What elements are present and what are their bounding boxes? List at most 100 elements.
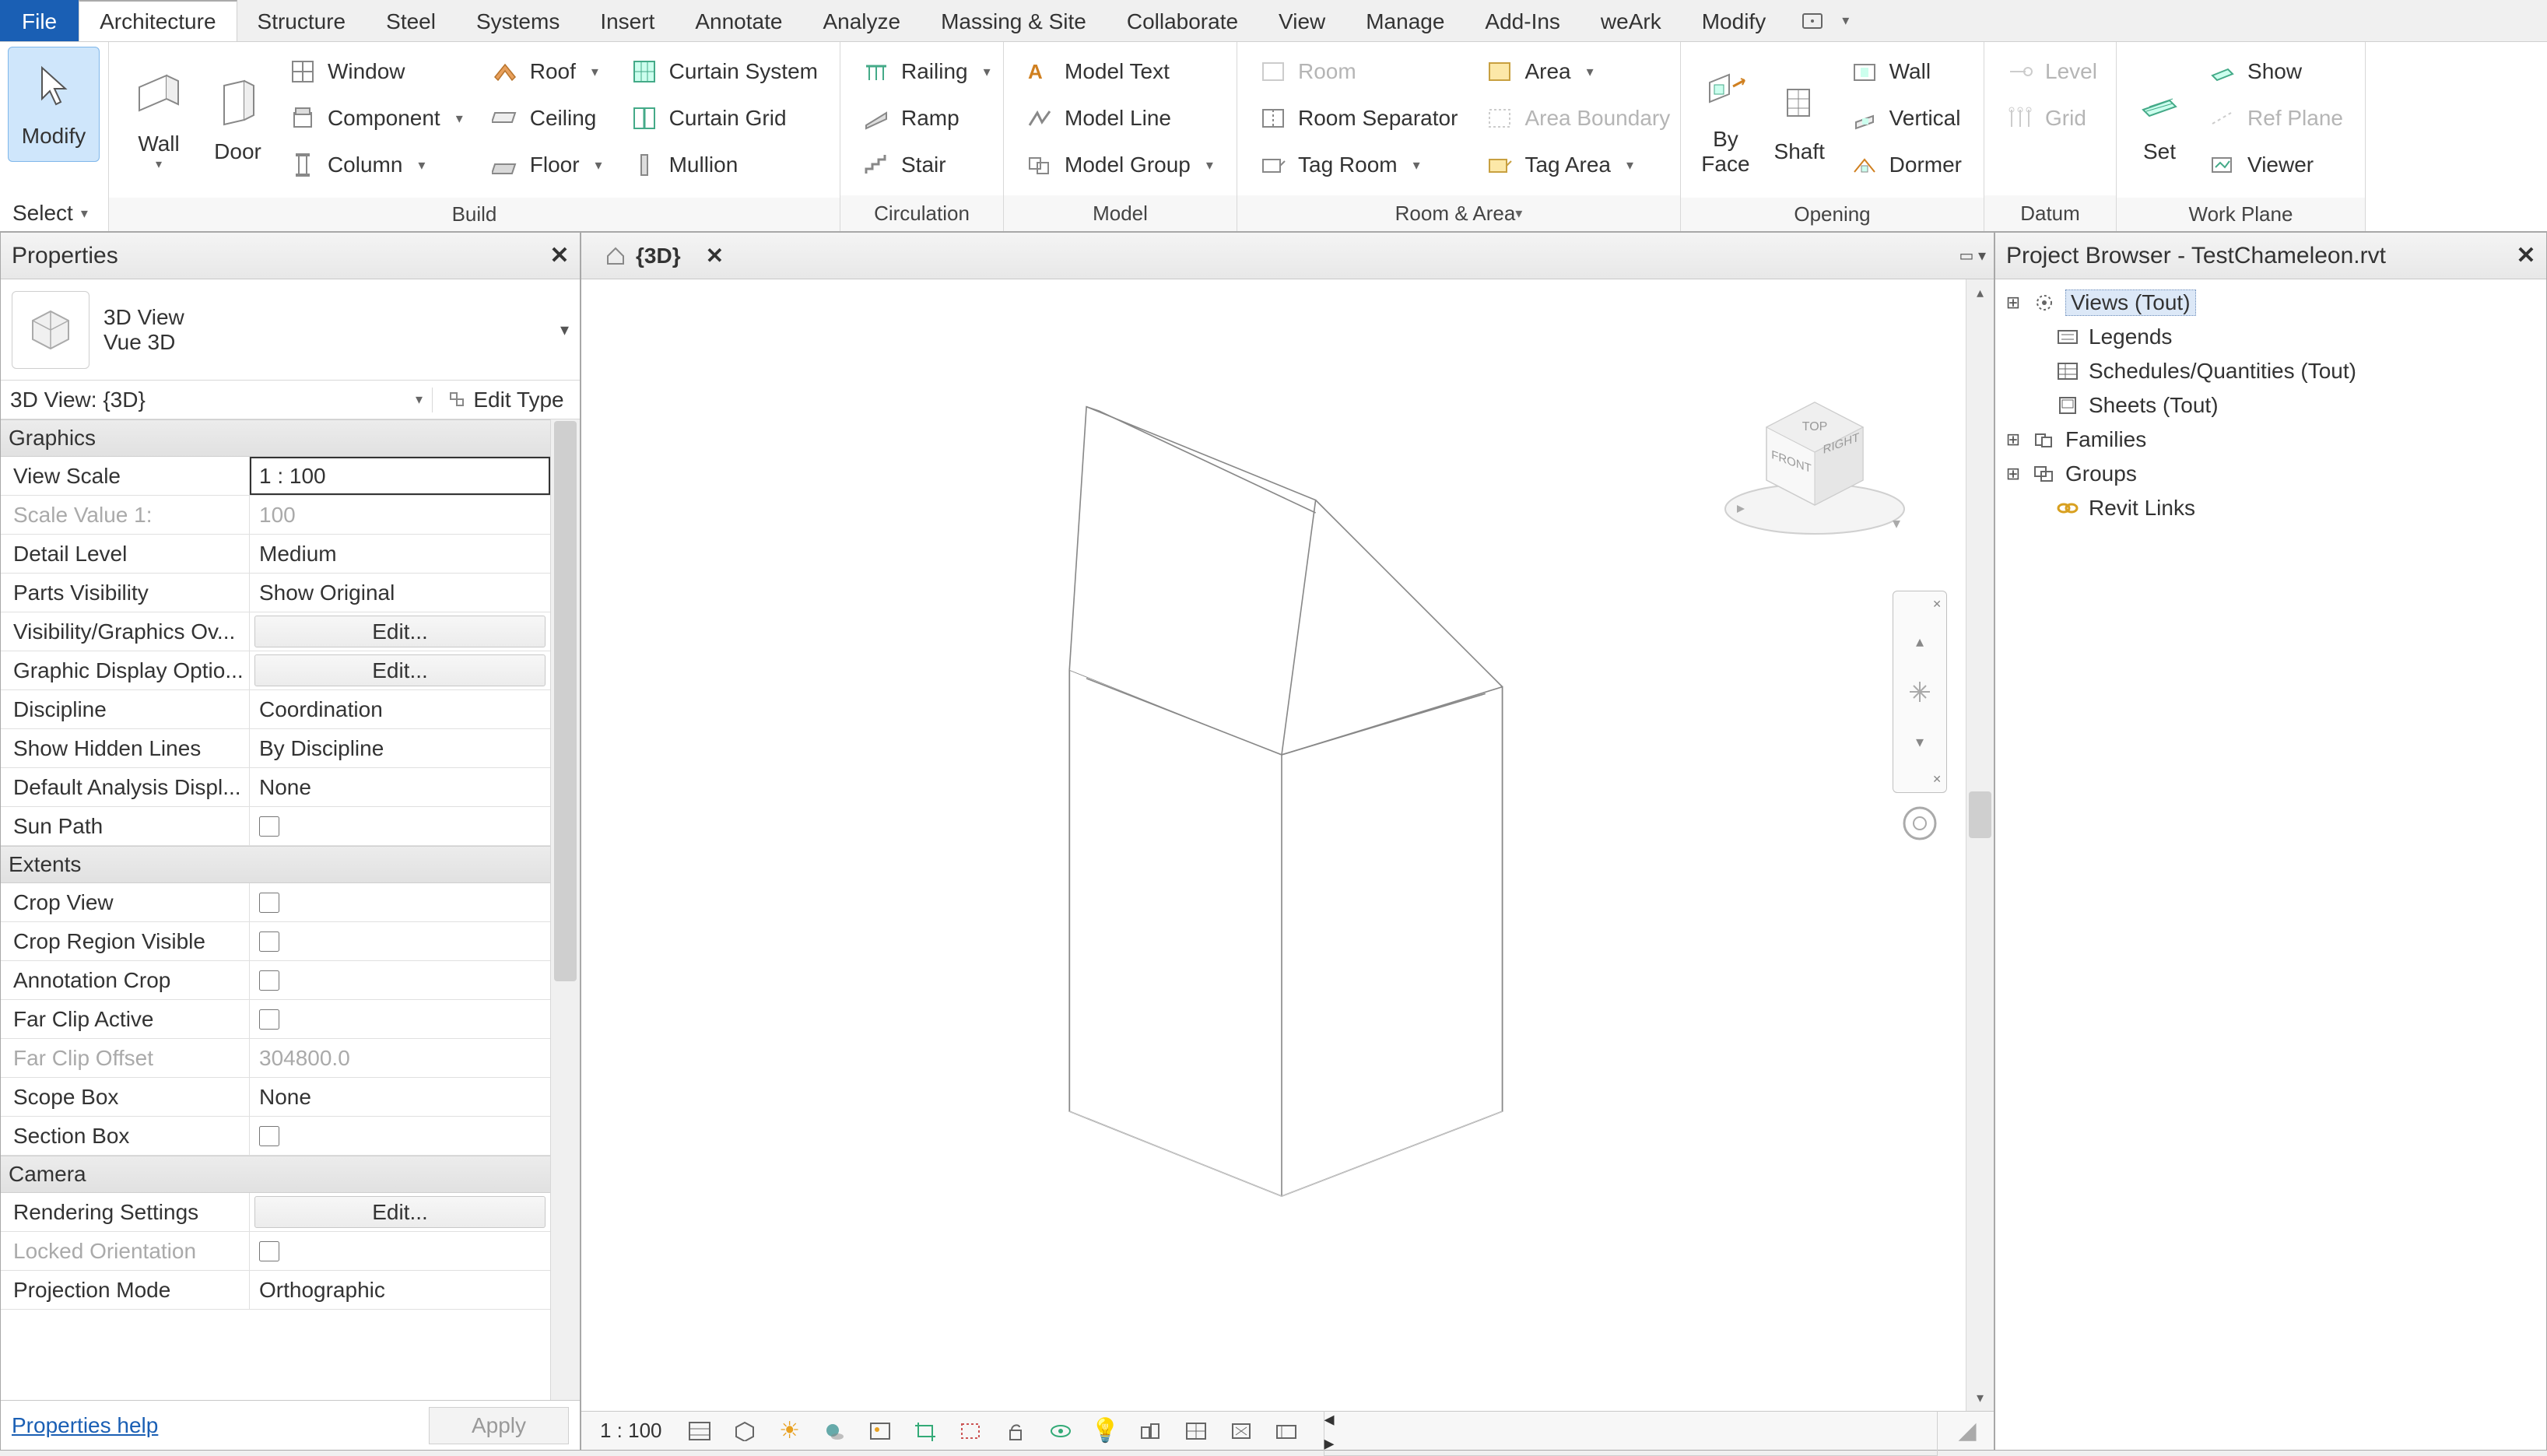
property-value[interactable]: 1 : 100 <box>250 457 550 495</box>
tab-analyze[interactable]: Analyze <box>802 0 921 41</box>
canvas-scrollbar-horizontal[interactable]: ◂ ▸ <box>1324 1406 1938 1456</box>
property-row[interactable]: Projection ModeOrthographic <box>1 1271 550 1310</box>
property-value[interactable] <box>250 961 550 999</box>
property-checkbox[interactable] <box>259 1009 279 1030</box>
nav-close-icon[interactable]: ✕ <box>1893 591 1946 616</box>
tree-item[interactable]: Sheets (Tout) <box>1995 388 2546 423</box>
property-row[interactable]: Annotation Crop <box>1 961 550 1000</box>
nav-down-icon[interactable]: ▾ <box>1893 717 1946 767</box>
property-row[interactable]: Detail LevelMedium <box>1 535 550 574</box>
window-options-icon[interactable]: ▭ ▾ <box>1959 246 1987 265</box>
property-value[interactable]: 100 <box>250 496 550 534</box>
canvas-3d[interactable]: TOP FRONT RIGHT ▾ ✕ ▴ ▾ ✕ ▴ <box>581 279 1994 1411</box>
property-row[interactable]: View Scale1 : 100 <box>1 457 550 496</box>
tab-collaborate[interactable]: Collaborate <box>1107 0 1258 41</box>
nav-close2-icon[interactable]: ✕ <box>1893 767 1946 792</box>
property-value[interactable] <box>250 883 550 921</box>
properties-help-link[interactable]: Properties help <box>12 1413 158 1438</box>
room-area-group-label[interactable]: Room & Area <box>1237 195 1680 231</box>
quick-access-indicator[interactable]: ▾ <box>1786 0 1865 41</box>
property-checkbox[interactable] <box>259 893 279 913</box>
temp-hide-icon[interactable] <box>1045 1416 1076 1447</box>
close-icon[interactable]: ✕ <box>706 243 724 268</box>
tab-architecture[interactable]: Architecture <box>79 0 237 41</box>
edit-type-button[interactable]: Edit Type <box>432 388 580 412</box>
property-checkbox[interactable] <box>259 1241 279 1261</box>
roof-button[interactable]: Roof <box>480 50 613 93</box>
property-edit-button[interactable]: Edit... <box>254 616 546 647</box>
set-button[interactable]: Set <box>2128 50 2191 190</box>
detail-level-icon[interactable] <box>684 1416 715 1447</box>
scroll-up-icon[interactable]: ▴ <box>1966 279 1994 306</box>
column-button[interactable]: Column <box>278 143 474 187</box>
floor-button[interactable]: Floor <box>480 143 613 187</box>
property-row[interactable]: Sun Path <box>1 807 550 846</box>
apply-button[interactable]: Apply <box>429 1407 569 1444</box>
canvas-scrollbar-vertical[interactable]: ▴ ▾ <box>1966 279 1994 1411</box>
tree-item[interactable]: Legends <box>1995 320 2546 354</box>
property-value[interactable] <box>250 922 550 960</box>
tab-add-ins[interactable]: Add-Ins <box>1465 0 1580 41</box>
property-row[interactable]: Show Hidden LinesBy Discipline <box>1 729 550 768</box>
property-value[interactable] <box>250 1117 550 1155</box>
property-checkbox[interactable] <box>259 1126 279 1146</box>
properties-scrollbar[interactable] <box>550 419 580 1400</box>
shadows-icon[interactable] <box>819 1416 851 1447</box>
tab-view[interactable]: View <box>1258 0 1345 41</box>
property-value[interactable] <box>250 807 550 845</box>
property-value[interactable]: None <box>250 1078 550 1116</box>
property-checkbox[interactable] <box>259 970 279 991</box>
tree-item[interactable]: Revit Links <box>1995 491 2546 525</box>
mullion-button[interactable]: Mullion <box>619 143 829 187</box>
ramp-button[interactable]: Ramp <box>851 96 1002 140</box>
select-dropdown[interactable]: Select ▾ <box>0 195 108 231</box>
property-row[interactable]: Locked Orientation <box>1 1232 550 1271</box>
tree-item[interactable]: ⊞Views (Tout) <box>1995 286 2546 320</box>
modify-button[interactable]: Modify <box>8 47 100 162</box>
crop-view-icon[interactable] <box>910 1416 941 1447</box>
instance-selector[interactable]: 3D View: {3D} ▾ <box>1 388 432 412</box>
reveal-hidden-icon[interactable]: 💡 <box>1090 1416 1121 1447</box>
unlock-icon[interactable] <box>1000 1416 1031 1447</box>
property-row[interactable]: Scope BoxNone <box>1 1078 550 1117</box>
property-row[interactable]: Section Box <box>1 1117 550 1156</box>
property-row[interactable]: Parts VisibilityShow Original <box>1 574 550 612</box>
vertical-opening-button[interactable]: Vertical <box>1840 96 1973 140</box>
tree-item[interactable]: ⊞Groups <box>1995 457 2546 491</box>
tab-steel[interactable]: Steel <box>366 0 456 41</box>
scroll-down-icon[interactable]: ▾ <box>1966 1384 1994 1411</box>
property-value[interactable]: Coordination <box>250 690 550 728</box>
expand-icon[interactable]: ⊞ <box>2003 464 2023 484</box>
tab-systems[interactable]: Systems <box>456 0 580 41</box>
model-text-button[interactable]: AModel Text <box>1015 50 1224 93</box>
stair-button[interactable]: Stair <box>851 143 1002 187</box>
close-icon[interactable]: ✕ <box>2512 242 2540 270</box>
shaft-button[interactable]: Shaft <box>1766 50 1833 190</box>
property-checkbox[interactable] <box>259 931 279 952</box>
tree-item[interactable]: ⊞Families <box>1995 423 2546 457</box>
tree-item[interactable]: Schedules/Quantities (Tout) <box>1995 354 2546 388</box>
property-group-header[interactable]: Graphics <box>1 419 550 457</box>
tag-area-button[interactable]: Tag Area <box>1475 143 1681 187</box>
nav-up-icon[interactable]: ▴ <box>1893 616 1946 667</box>
room-separator-button[interactable]: Room Separator <box>1248 96 1468 140</box>
property-value[interactable]: None <box>250 768 550 806</box>
property-edit-button[interactable]: Edit... <box>254 1196 546 1228</box>
property-row[interactable]: Default Analysis Displ...None <box>1 768 550 807</box>
area-button[interactable]: Area <box>1475 50 1681 93</box>
property-row[interactable]: Visibility/Graphics Ov...Edit... <box>1 612 550 651</box>
dormer-button[interactable]: Dormer <box>1840 143 1973 187</box>
viewer-button[interactable]: Viewer <box>2198 143 2354 187</box>
resize-grip-icon[interactable]: ◢ <box>1952 1416 1983 1447</box>
viewcube[interactable]: TOP FRONT RIGHT ▾ <box>1714 373 1916 552</box>
curtain-grid-button[interactable]: Curtain Grid <box>619 96 829 140</box>
property-checkbox[interactable] <box>259 816 279 837</box>
view-tab-3d[interactable]: {3D} ✕ <box>589 233 739 279</box>
expand-icon[interactable]: ⊞ <box>2003 293 2023 313</box>
tab-manage[interactable]: Manage <box>1345 0 1465 41</box>
tab-file[interactable]: File <box>0 0 79 41</box>
visual-style-icon[interactable] <box>729 1416 760 1447</box>
tab-modify[interactable]: Modify <box>1682 0 1786 41</box>
property-row[interactable]: Crop Region Visible <box>1 922 550 961</box>
property-value[interactable] <box>250 1232 550 1270</box>
